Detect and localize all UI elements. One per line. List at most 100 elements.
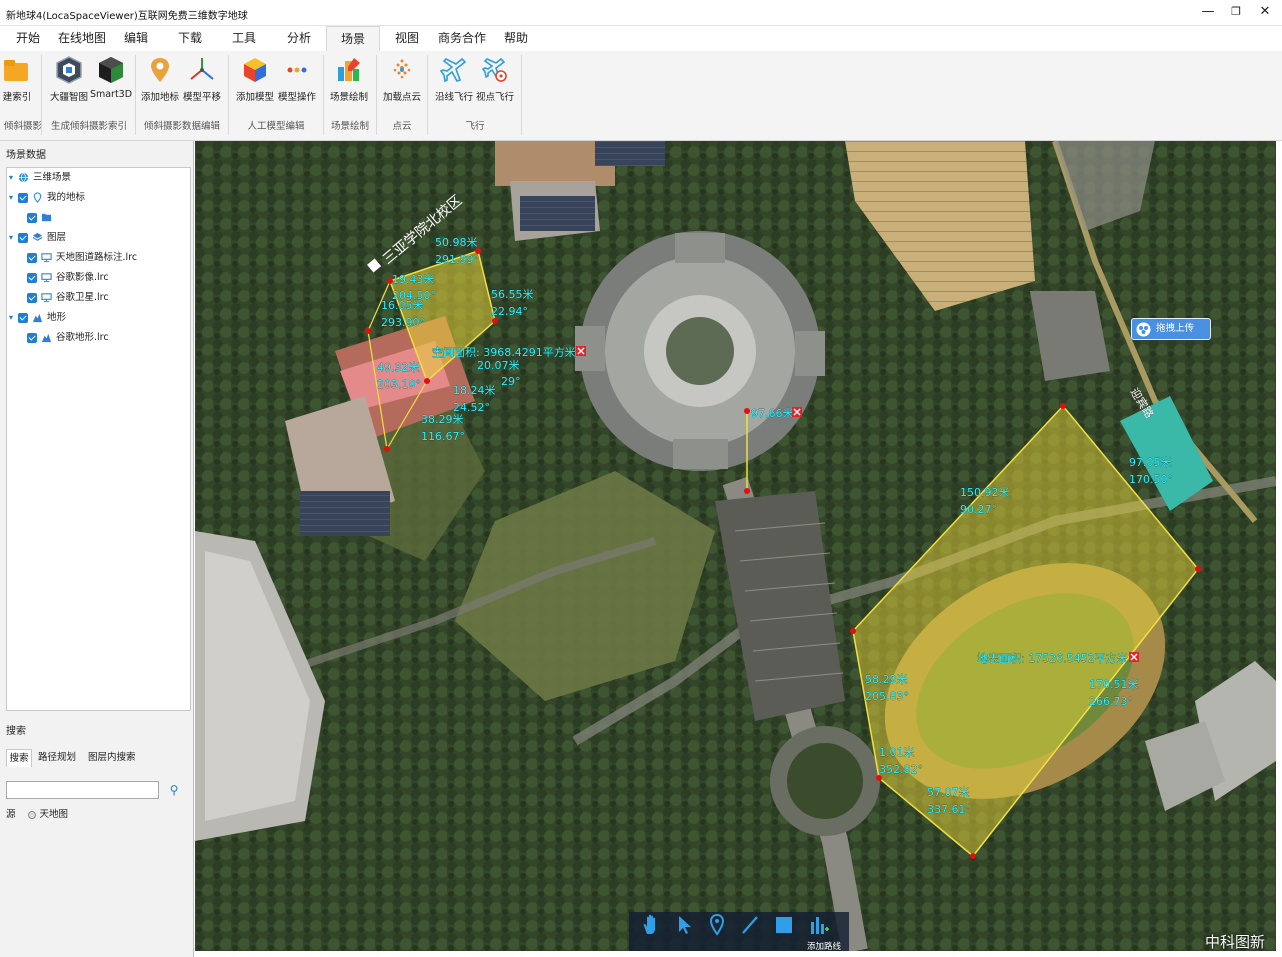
group-flight: 飞行 bbox=[465, 121, 485, 132]
ribbon-divider bbox=[521, 55, 522, 135]
scene-draw-label: 场景绘制 bbox=[329, 92, 368, 103]
search-section-title: 搜索 bbox=[6, 726, 26, 737]
tree-item-google-terrain[interactable]: 谷歌地形.lrc bbox=[27, 329, 109, 347]
axis-move-icon bbox=[190, 58, 214, 80]
checkbox[interactable] bbox=[27, 272, 37, 283]
menu-download[interactable]: 下载 bbox=[172, 26, 208, 51]
tab-layer-search[interactable]: 图层内搜索 bbox=[88, 749, 136, 767]
expand-icon[interactable]: ▾ bbox=[9, 309, 15, 327]
checkbox[interactable] bbox=[27, 292, 37, 303]
measure-label: 291.99° bbox=[435, 253, 479, 266]
maximize-button[interactable]: ❐ bbox=[1221, 2, 1251, 22]
model-move-label: 模型平移 bbox=[182, 92, 221, 103]
menu-tools[interactable]: 工具 bbox=[226, 26, 262, 51]
delete-icon[interactable] bbox=[1129, 652, 1139, 662]
tree-item-tianditu-road[interactable]: 天地图道路标注.lrc bbox=[27, 249, 137, 267]
checkbox[interactable] bbox=[27, 212, 37, 223]
tree-item-layers[interactable]: ▾ 图层 bbox=[9, 229, 66, 247]
checkbox[interactable] bbox=[18, 192, 29, 203]
search-icon[interactable]: ⚲ bbox=[166, 781, 182, 799]
map-view[interactable]: 三亚学院北校区 50.98米 291.99° 19.43米 204.50° 16… bbox=[195, 141, 1276, 951]
menu-business[interactable]: 商务合作 bbox=[436, 26, 488, 51]
build-index-button[interactable]: 建索引 bbox=[0, 53, 34, 111]
menu-edit[interactable]: 编辑 bbox=[118, 26, 154, 51]
delete-icon[interactable] bbox=[792, 407, 802, 417]
drag-upload-button[interactable]: 拖拽上传 bbox=[1131, 318, 1211, 340]
delete-icon[interactable] bbox=[576, 346, 586, 356]
scene-draw-button[interactable]: 场景绘制 bbox=[330, 53, 368, 111]
folder-icon bbox=[41, 213, 52, 222]
close-button[interactable]: ✕ bbox=[1250, 2, 1280, 22]
add-route-icon[interactable] bbox=[805, 912, 831, 938]
line-flight-button[interactable]: 沿线飞行 bbox=[435, 53, 473, 111]
plane-icon bbox=[439, 57, 467, 83]
menu-help[interactable]: 帮助 bbox=[498, 26, 534, 51]
smart3d-label: Smart3D bbox=[89, 89, 133, 100]
smart3d-button[interactable]: Smart3D bbox=[90, 53, 132, 111]
tree-item-label: 图层 bbox=[47, 232, 67, 243]
measure-label: 56.55米 bbox=[491, 288, 534, 301]
expand-icon[interactable]: ▾ bbox=[9, 189, 15, 207]
dji-terra-button[interactable]: 大疆智图 bbox=[50, 53, 88, 111]
measure-label: 1.01米 bbox=[879, 746, 915, 759]
model-operation-button[interactable]: 模型操作 bbox=[278, 53, 316, 111]
search-input[interactable] bbox=[6, 781, 159, 799]
measure-label: 337.61° bbox=[927, 803, 971, 816]
menu-online-map[interactable]: 在线地图 bbox=[56, 26, 108, 51]
expand-icon[interactable]: ▾ bbox=[9, 229, 15, 247]
tree-item-terrain[interactable]: ▾ 地形 bbox=[9, 309, 66, 327]
menu-view[interactable]: 视图 bbox=[389, 26, 425, 51]
draw-polygon-icon[interactable] bbox=[771, 912, 797, 938]
select-arrow-icon[interactable] bbox=[672, 912, 698, 938]
placemark-icon[interactable] bbox=[704, 912, 730, 938]
tree-item-google-satellite[interactable]: 谷歌卫星.lrc bbox=[27, 289, 109, 307]
tree-item-google-imagery[interactable]: 谷歌影像.lrc bbox=[27, 269, 109, 287]
tree-item-my-placemarks[interactable]: ▾ 我的地标 bbox=[9, 189, 85, 207]
cube-icon bbox=[244, 58, 266, 82]
hand-pan-icon[interactable] bbox=[639, 912, 665, 938]
checkbox[interactable] bbox=[27, 252, 37, 263]
panel-title: 场景数据 bbox=[6, 150, 46, 161]
tab-route-planning[interactable]: 路径规划 bbox=[38, 749, 76, 767]
tab-search[interactable]: 搜索 bbox=[6, 749, 32, 767]
checkbox[interactable] bbox=[18, 312, 29, 323]
model-move-button[interactable]: 模型平移 bbox=[183, 53, 221, 111]
source-option-label: 天地图 bbox=[39, 809, 69, 820]
tree-item-3d-scene[interactable]: ▾ 三维场景 bbox=[9, 169, 71, 187]
viewpoint-flight-button[interactable]: 视点飞行 bbox=[476, 53, 514, 111]
measure-label: 57.07米 bbox=[927, 786, 970, 799]
group-oblique-edit: 倾斜摄影数据编辑 bbox=[143, 121, 220, 132]
surface-area-label: 地表面积: 17526.5452平方米 bbox=[977, 651, 1128, 665]
smart3d-icon bbox=[99, 57, 123, 83]
source-radio[interactable] bbox=[27, 810, 36, 819]
height-label: 97.66米 bbox=[751, 407, 794, 420]
build-index-label: 建索引 bbox=[2, 92, 32, 103]
load-point-cloud-button[interactable]: 加载点云 bbox=[383, 53, 421, 111]
ribbon-divider bbox=[323, 55, 324, 135]
ribbon-divider bbox=[41, 55, 42, 135]
add-model-button[interactable]: 添加模型 bbox=[236, 53, 274, 111]
checkbox[interactable] bbox=[18, 232, 29, 243]
window-title: 新地球4(LocaSpaceViewer)互联网免费三维数字地球 bbox=[6, 11, 248, 22]
add-placemark-button[interactable]: 添加地标 bbox=[141, 53, 179, 111]
measure-label: 38.29米 bbox=[421, 413, 464, 426]
measure-label: 170.51米 bbox=[1089, 678, 1139, 691]
menu-analysis[interactable]: 分析 bbox=[281, 26, 317, 51]
minimize-button[interactable]: — bbox=[1193, 2, 1223, 22]
measure-label: 50.98米 bbox=[435, 236, 478, 249]
draw-line-icon[interactable] bbox=[737, 912, 763, 938]
group-oblique: 倾斜摄影 bbox=[4, 121, 43, 132]
measure-label: 97.05米 bbox=[1129, 456, 1172, 469]
tree-item-folder[interactable] bbox=[27, 209, 56, 227]
add-placemark-label: 添加地标 bbox=[140, 92, 179, 103]
menu-start[interactable]: 开始 bbox=[10, 26, 46, 51]
dots-icon bbox=[287, 67, 307, 73]
ribbon-divider bbox=[427, 55, 428, 135]
expand-icon[interactable]: ▾ bbox=[9, 169, 15, 187]
monitor-icon bbox=[41, 253, 52, 263]
measure-label: 150.92米 bbox=[960, 486, 1010, 499]
search-tabs: 搜索 路径规划 图层内搜索 bbox=[6, 749, 191, 767]
model-operation-label: 模型操作 bbox=[277, 92, 316, 103]
checkbox[interactable] bbox=[27, 332, 37, 343]
menu-scene[interactable]: 场景 bbox=[326, 26, 380, 51]
